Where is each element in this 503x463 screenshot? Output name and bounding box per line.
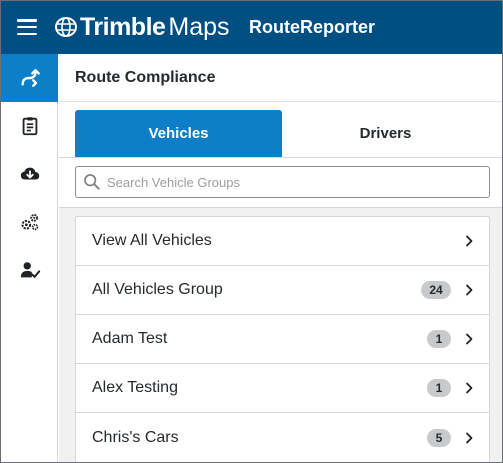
cloud-download-icon bbox=[20, 167, 39, 180]
user-check-icon bbox=[20, 262, 40, 278]
list-item-all-vehicles-group[interactable]: All Vehicles Group 24 bbox=[76, 266, 489, 315]
clipboard-icon bbox=[22, 117, 37, 136]
chevron-right-icon bbox=[466, 284, 473, 296]
menu-icon[interactable] bbox=[17, 19, 37, 35]
sidebar-item-downloads[interactable] bbox=[1, 150, 58, 198]
count-badge: 24 bbox=[421, 281, 451, 299]
sidebar-item-users[interactable] bbox=[1, 246, 58, 294]
trimble-maps-logo: Trimble Maps bbox=[54, 11, 230, 43]
list-item-label: View All Vehicles bbox=[92, 232, 212, 249]
top-bar: Trimble Maps RouteReporter bbox=[1, 1, 502, 54]
search-input[interactable] bbox=[107, 174, 477, 190]
list-item-view-all-vehicles[interactable]: View All Vehicles bbox=[76, 217, 489, 266]
gears-icon bbox=[20, 214, 38, 231]
tab-bar: Vehicles Drivers bbox=[75, 110, 489, 157]
group-list-area: View All Vehicles All Vehicles Group 24 … bbox=[59, 207, 502, 462]
list-item-alex-testing[interactable]: Alex Testing 1 bbox=[76, 364, 489, 413]
globe-icon bbox=[55, 17, 77, 37]
list-item-label: All Vehicles Group bbox=[92, 281, 223, 298]
vehicle-group-list: View All Vehicles All Vehicles Group 24 … bbox=[75, 216, 490, 462]
tab-drivers[interactable]: Drivers bbox=[282, 110, 489, 157]
list-item-label: Adam Test bbox=[92, 330, 168, 347]
count-badge: 1 bbox=[427, 379, 451, 397]
main-panel: Route Compliance Vehicles Drivers View A… bbox=[59, 54, 502, 462]
route-icon bbox=[20, 69, 40, 87]
brand-name: Trimble bbox=[80, 12, 166, 41]
count-badge: 1 bbox=[427, 330, 451, 348]
sidebar-item-reports[interactable] bbox=[1, 102, 58, 150]
count-badge: 5 bbox=[427, 428, 451, 447]
list-item-adam-test[interactable]: Adam Test 1 bbox=[76, 315, 489, 364]
divider bbox=[59, 157, 502, 158]
tab-vehicles[interactable]: Vehicles bbox=[75, 110, 282, 157]
list-item-chriss-cars[interactable]: Chris's Cars 5 bbox=[76, 413, 489, 462]
divider bbox=[59, 101, 502, 102]
chevron-right-icon bbox=[466, 382, 473, 394]
chevron-right-icon bbox=[466, 333, 473, 345]
app-name: RouteReporter bbox=[249, 17, 376, 37]
product-name: Maps bbox=[168, 12, 230, 41]
search-box bbox=[75, 166, 490, 198]
list-item-label: Chris's Cars bbox=[92, 428, 179, 446]
search-icon bbox=[84, 174, 100, 190]
page-title: Route Compliance bbox=[75, 69, 216, 86]
chevron-right-icon bbox=[466, 432, 473, 443]
sidebar bbox=[1, 54, 58, 462]
sidebar-item-route-compliance[interactable] bbox=[1, 54, 58, 102]
chevron-right-icon bbox=[466, 235, 473, 247]
list-item-label: Alex Testing bbox=[92, 379, 178, 396]
app-window: Trimble Maps RouteReporter Route Complia… bbox=[0, 0, 503, 463]
sidebar-item-settings[interactable] bbox=[1, 198, 58, 246]
